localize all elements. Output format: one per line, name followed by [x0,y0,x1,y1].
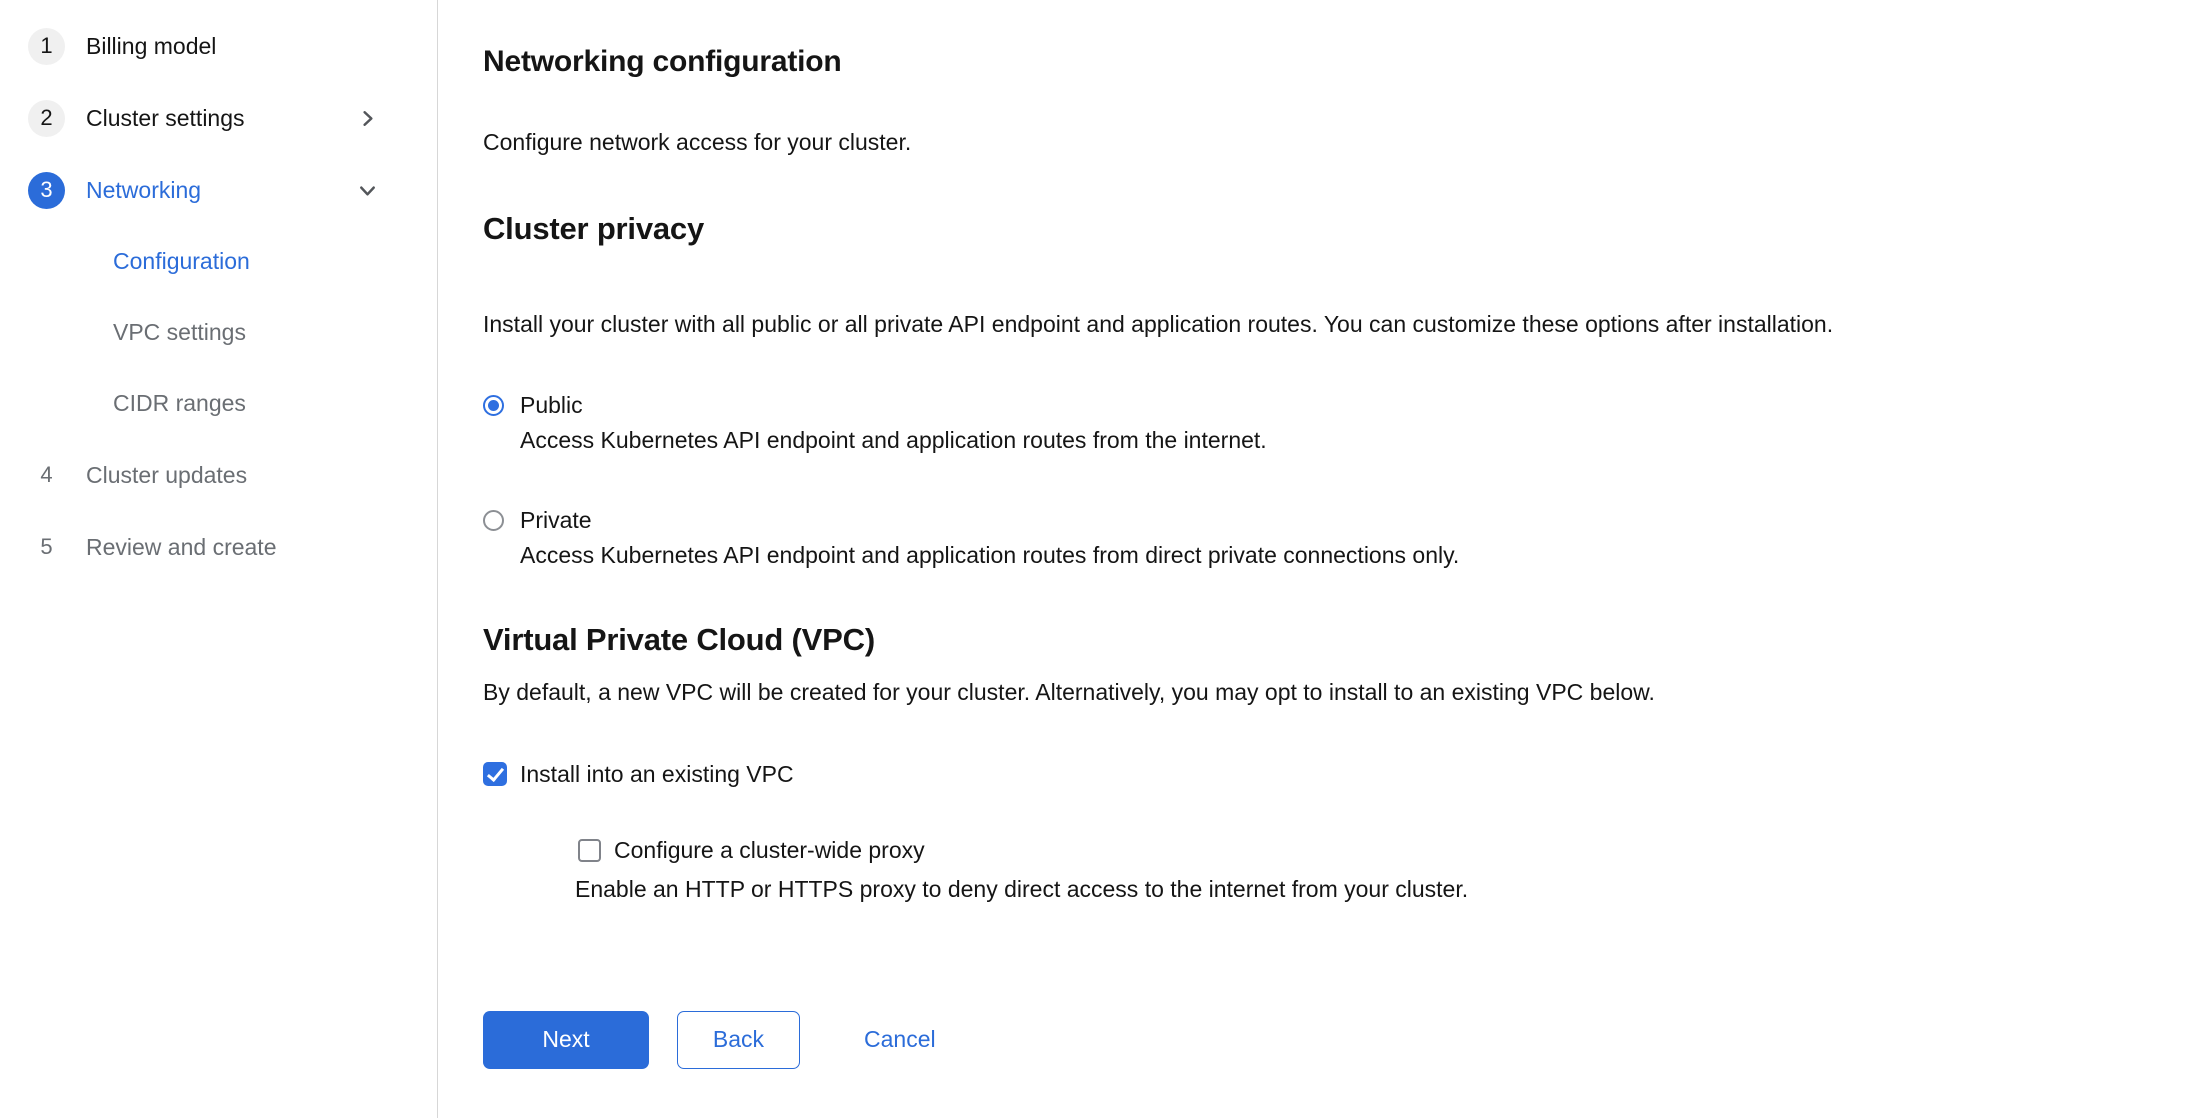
step-number-badge: 4 [28,457,65,494]
privacy-option-public: Public Access Kubernetes API endpoint an… [483,392,2172,456]
step-number-badge: 3 [28,172,65,209]
wizard-step-review-and-create[interactable]: 5 Review and create [0,511,437,583]
cluster-wide-proxy-label: Configure a cluster-wide proxy [614,837,925,864]
wizard-step-label: Billing model [86,33,216,60]
chevron-down-icon [356,179,379,202]
wizard-substep-vpc-settings[interactable]: VPC settings [0,297,437,368]
step-number-badge: 2 [28,100,65,137]
cluster-privacy-heading: Cluster privacy [483,208,2172,249]
private-radio-description: Access Kubernetes API endpoint and appli… [520,540,2172,571]
wizard-substep-cidr-ranges[interactable]: CIDR ranges [0,368,437,439]
install-existing-vpc-row[interactable]: Install into an existing VPC [483,761,2172,788]
wizard-step-label: Cluster settings [86,105,245,132]
step-number-badge: 5 [28,529,65,566]
cancel-button[interactable]: Cancel [858,1025,942,1054]
step-number-badge: 1 [28,28,65,65]
chevron-right-icon [356,107,379,130]
public-radio-label: Public [520,392,583,419]
wizard-substep-configuration[interactable]: Configuration [0,226,437,297]
wizard-step-label: Networking [86,177,201,204]
wizard-step-cluster-updates[interactable]: 4 Cluster updates [0,439,437,511]
wizard-footer: Next Back Cancel [483,1011,2172,1069]
public-radio-button[interactable] [483,395,504,416]
wizard-step-label: Review and create [86,534,277,561]
vpc-heading: Virtual Private Cloud (VPC) [483,619,2172,660]
private-radio-label: Private [520,507,592,534]
cluster-wide-proxy-row[interactable]: Configure a cluster-wide proxy [578,837,2172,864]
vpc-description: By default, a new VPC will be created fo… [483,677,2172,708]
page-subtitle: Configure network access for your cluste… [483,127,2172,158]
back-button[interactable]: Back [677,1011,800,1069]
cluster-privacy-description: Install your cluster with all public or … [483,309,2172,340]
wizard-step-billing-model[interactable]: 1 Billing model [0,10,437,82]
private-radio-button[interactable] [483,510,504,531]
cluster-wide-proxy-checkbox[interactable] [578,839,601,862]
wizard-step-content: Networking configuration Configure netwo… [439,0,2202,1118]
install-existing-vpc-checkbox[interactable] [483,762,507,786]
wizard-step-label: Cluster updates [86,462,247,489]
cluster-wide-proxy-description: Enable an HTTP or HTTPS proxy to deny di… [575,874,2172,905]
page-title: Networking configuration [483,42,2172,82]
public-radio-row[interactable]: Public [483,392,2172,419]
cluster-wizard-screen: 1 Billing model 2 Cluster settings 3 Net… [0,0,2202,1118]
wizard-nav-sidebar: 1 Billing model 2 Cluster settings 3 Net… [0,0,438,1118]
public-radio-description: Access Kubernetes API endpoint and appli… [520,425,2172,456]
next-button[interactable]: Next [483,1011,649,1069]
wizard-step-cluster-settings[interactable]: 2 Cluster settings [0,82,437,154]
wizard-step-networking[interactable]: 3 Networking [0,154,437,226]
install-existing-vpc-label: Install into an existing VPC [520,761,794,788]
privacy-option-private: Private Access Kubernetes API endpoint a… [483,507,2172,571]
private-radio-row[interactable]: Private [483,507,2172,534]
